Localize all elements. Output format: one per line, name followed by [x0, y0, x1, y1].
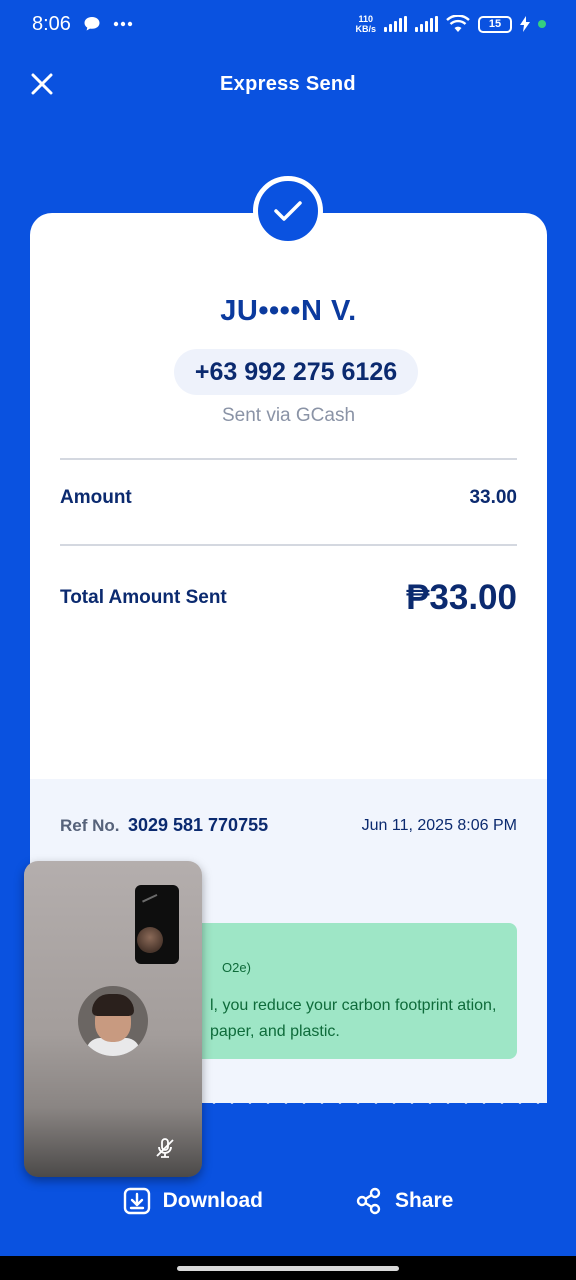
status-left: 8:06 — [32, 13, 133, 36]
video-call-overlay[interactable] — [24, 861, 202, 1177]
status-right: 110 KB/s 15 — [355, 14, 546, 34]
amount-label: Amount — [60, 487, 132, 508]
caller-avatar — [78, 986, 148, 1056]
mic-muted-icon[interactable] — [154, 1137, 176, 1159]
camera-glare — [142, 893, 160, 909]
close-button[interactable] — [24, 66, 60, 102]
reference-row: Ref No. 3029 581 770755 Jun 11, 2025 8:0… — [60, 815, 517, 836]
download-button[interactable]: Download — [123, 1180, 263, 1222]
total-value: ₱33.00 — [406, 578, 517, 617]
reference-number[interactable]: 3029 581 770755 — [128, 815, 268, 835]
network-speed: 110 KB/s — [355, 14, 376, 34]
caller-hair — [92, 994, 134, 1016]
close-icon — [31, 73, 53, 95]
recipient-phone: +63 992 275 6126 — [174, 349, 418, 395]
app-header: Express Send — [0, 56, 576, 112]
bottom-actions: Download Share — [0, 1180, 576, 1222]
divider — [60, 544, 517, 546]
divider — [60, 458, 517, 460]
reference-group: Ref No. 3029 581 770755 — [60, 815, 268, 836]
signal-icon-2 — [415, 16, 438, 32]
home-indicator — [0, 1256, 576, 1280]
self-camera-preview[interactable] — [135, 885, 179, 964]
download-label: Download — [162, 1189, 263, 1212]
transaction-date: Jun 11, 2025 8:06 PM — [361, 816, 517, 834]
chat-bubble-icon — [84, 17, 100, 31]
signal-icon — [384, 16, 407, 32]
self-face — [137, 927, 163, 953]
success-badge — [253, 176, 323, 246]
total-label: Total Amount Sent — [60, 587, 227, 608]
total-row: Total Amount Sent ₱33.00 — [60, 578, 517, 618]
share-label: Share — [394, 1189, 454, 1212]
privacy-indicator — [538, 20, 546, 28]
reference-label: Ref No. — [60, 816, 120, 835]
eco-banner-title: O2e) — [222, 960, 251, 975]
status-time: 8:06 — [32, 12, 71, 35]
amount-value: 33.00 — [469, 487, 517, 508]
share-button[interactable]: Share — [355, 1180, 453, 1222]
network-speed-unit: KB/s — [355, 24, 376, 34]
network-speed-value: 110 — [358, 14, 373, 24]
recipient-name: JU••••N V. — [220, 295, 357, 327]
more-dots-icon — [113, 21, 133, 27]
status-bar: 8:06 110 KB/s 15 — [0, 0, 576, 48]
amount-row: Amount 33.00 — [60, 487, 517, 509]
eco-banner-text: l, you reduce your carbon footprint atio… — [210, 997, 497, 1040]
download-icon — [123, 1187, 150, 1215]
page-title: Express Send — [220, 72, 356, 95]
checkmark-icon — [274, 201, 302, 221]
wifi-icon — [446, 15, 470, 32]
home-indicator-bar[interactable] — [177, 1265, 399, 1271]
share-icon — [356, 1187, 381, 1215]
sent-via-label: Sent via GCash — [221, 405, 356, 426]
charging-bolt-icon — [520, 16, 530, 32]
battery-icon: 15 — [478, 15, 512, 33]
